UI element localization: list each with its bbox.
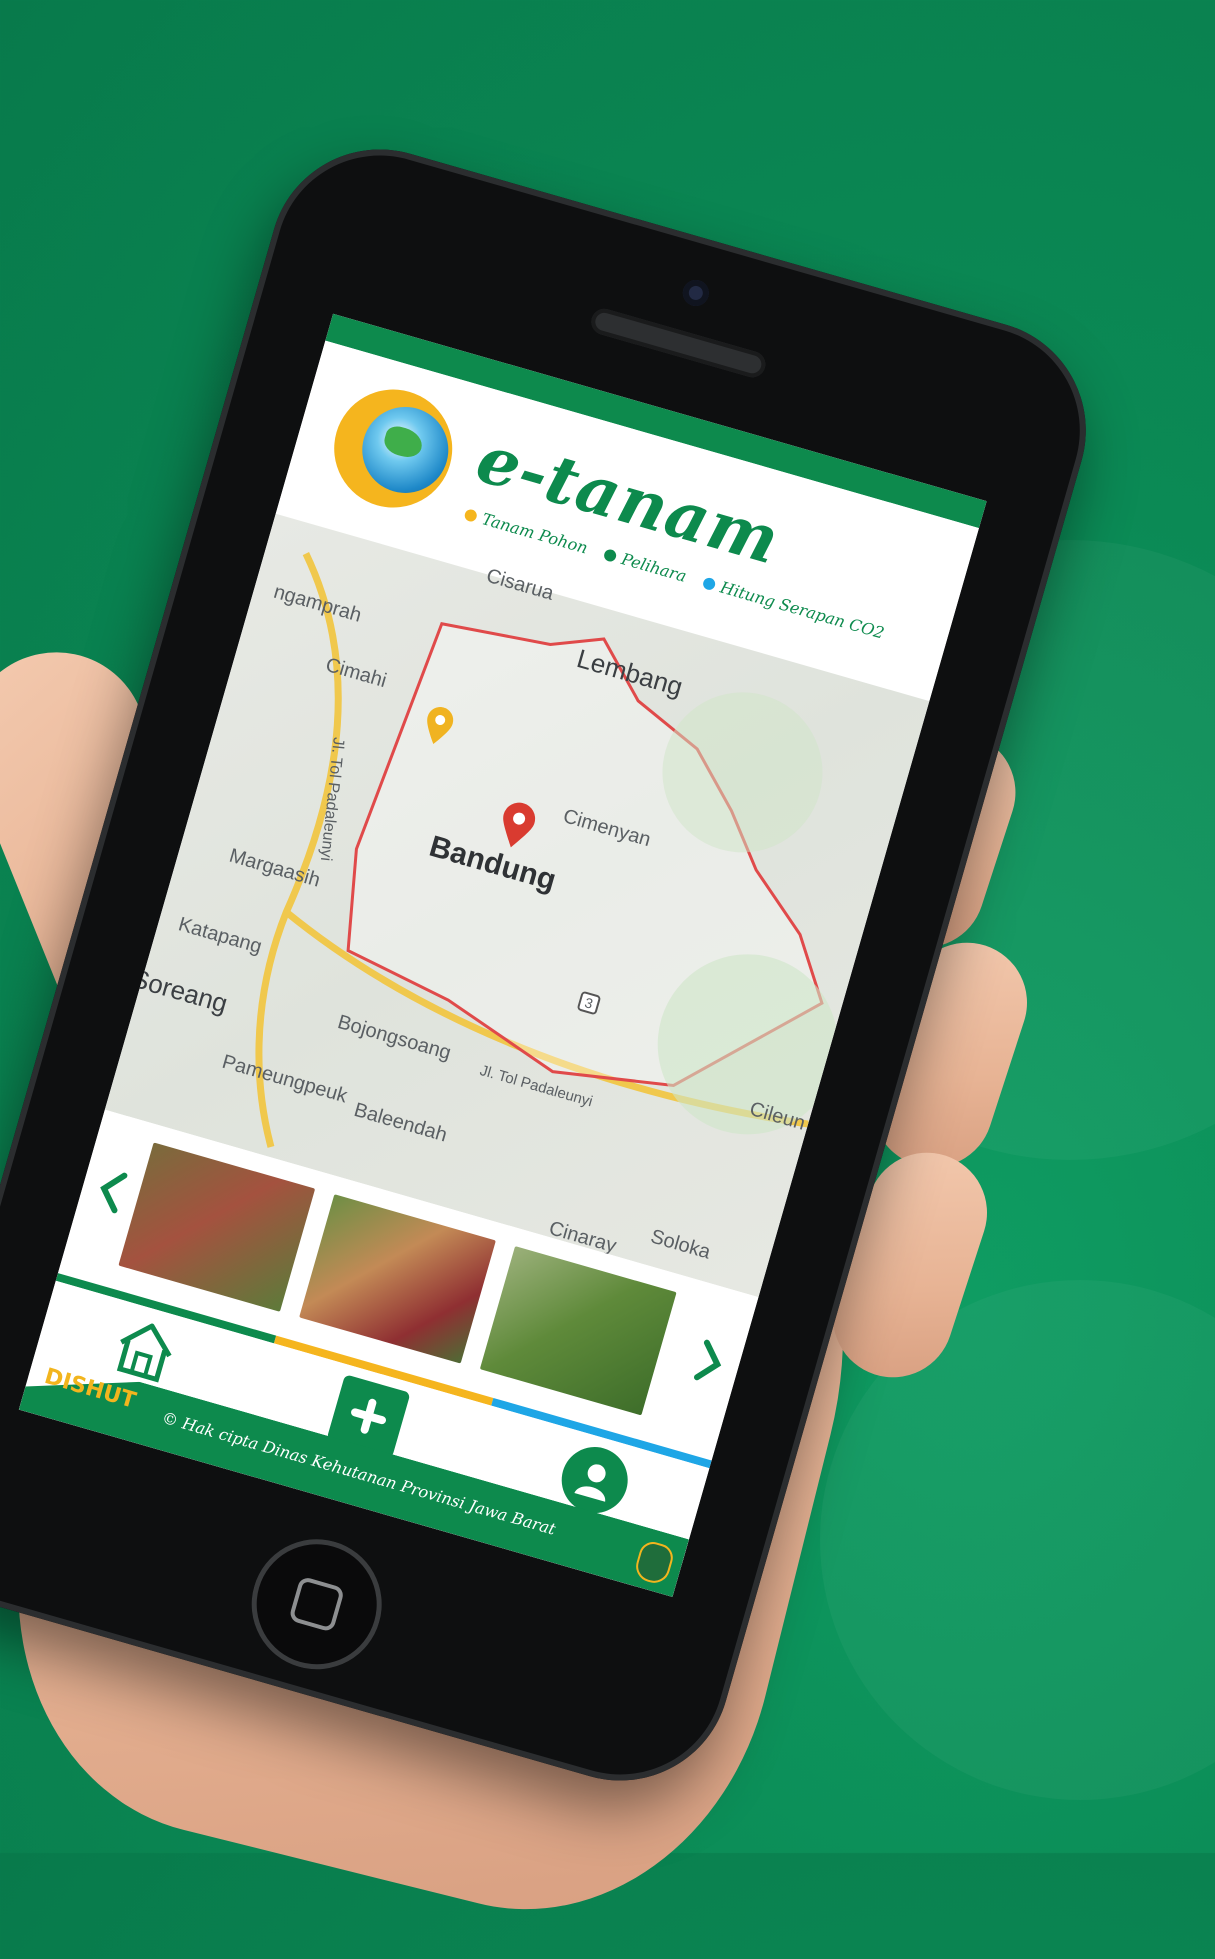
carousel-image[interactable] xyxy=(118,1142,316,1312)
chevron-left-icon xyxy=(100,1172,128,1214)
home-icon xyxy=(116,1323,172,1383)
chevron-right-icon xyxy=(693,1339,722,1381)
home-nav-button[interactable] xyxy=(103,1308,188,1391)
app-screen: e-tanam Tanam Pohon Pelihara Hitung Sera… xyxy=(18,313,987,1598)
tag-label: Hitung Serapan CO2 xyxy=(718,577,887,643)
home-button-icon xyxy=(288,1575,346,1633)
yellow-dot-icon xyxy=(463,507,479,523)
carousel-next-button[interactable] xyxy=(681,1328,740,1398)
green-dot-icon xyxy=(602,547,618,563)
blue-dot-icon xyxy=(701,575,717,591)
carousel-prev-button[interactable] xyxy=(81,1156,140,1226)
user-icon xyxy=(574,1464,606,1502)
tag-label: Pelihara xyxy=(619,549,689,586)
tag-hitung: Hitung Serapan CO2 xyxy=(701,573,887,643)
carousel-image[interactable] xyxy=(299,1194,496,1364)
plus-icon xyxy=(351,1398,386,1434)
carousel-image[interactable] xyxy=(479,1246,677,1416)
